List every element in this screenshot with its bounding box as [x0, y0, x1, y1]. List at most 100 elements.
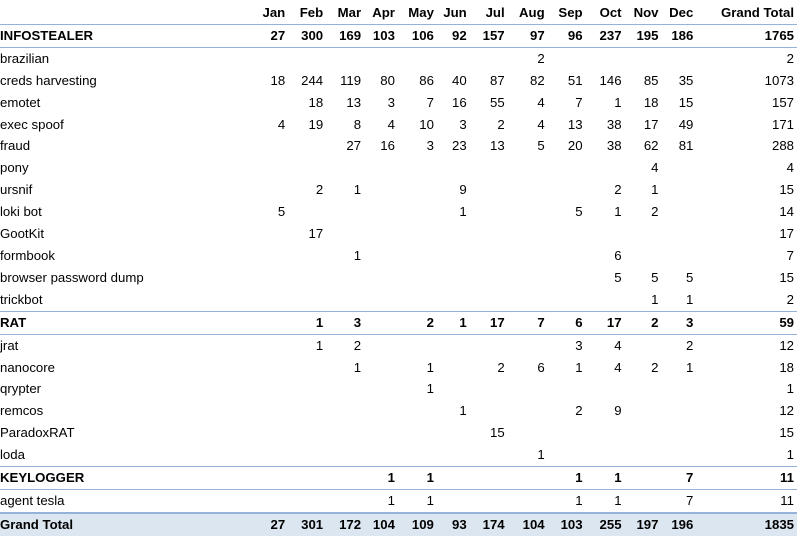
value-cell: 49 [678, 116, 694, 132]
value-cell [661, 179, 696, 201]
value-cell: 18 [643, 94, 659, 110]
value-cell [508, 179, 548, 201]
group-label: KEYLOGGER [0, 466, 255, 490]
value-cell: 20 [567, 138, 583, 154]
value-cell: 244 [301, 72, 324, 88]
value-cell [364, 400, 398, 422]
value-cell [508, 157, 548, 179]
row-label: brazilian [0, 50, 50, 66]
value-cell [364, 289, 398, 311]
value-cell [254, 444, 288, 466]
value-cell: 237 [585, 23, 625, 48]
row-label: emotet [0, 94, 41, 110]
value-cell [586, 444, 625, 466]
row-total-cell: 1765 [696, 23, 797, 48]
value-cell: 1 [575, 359, 583, 375]
value-cell [470, 378, 508, 400]
value-cell: 18 [308, 94, 324, 110]
value-cell: 17 [643, 116, 659, 132]
value-cell [398, 223, 437, 245]
row-total-cell: 4 [786, 160, 794, 176]
value-cell [364, 245, 398, 267]
row-total-cell: 7 [786, 247, 794, 263]
grand-total-header: Grand Total [696, 2, 797, 25]
value-cell [508, 289, 548, 311]
table-row: fraud 27 16 3 23 13 5 20 38 62 81 288 [0, 135, 797, 157]
value-cell: 13 [346, 94, 362, 110]
value-cell [326, 201, 364, 223]
value-cell: 16 [380, 138, 395, 154]
row-label: ursnif [0, 182, 33, 198]
value-cell: 51 [567, 72, 583, 88]
row-label: formbook [0, 247, 55, 263]
value-cell [436, 466, 470, 490]
row-total-cell: 2 [786, 50, 794, 66]
value-cell: 2 [686, 337, 694, 353]
value-cell: 2 [397, 310, 437, 335]
value-cell [398, 201, 437, 223]
row-total-cell: 288 [771, 138, 794, 154]
value-cell: 174 [469, 511, 508, 536]
table-row: trickbot 1 1 2 [0, 289, 797, 311]
group-label: RAT [0, 310, 255, 335]
value-cell [364, 47, 398, 69]
value-cell [661, 444, 696, 466]
value-cell [437, 334, 470, 356]
row-label: GootKit [0, 226, 44, 242]
value-cell [437, 422, 470, 444]
value-cell: 1 [353, 247, 362, 263]
value-cell [288, 444, 326, 466]
value-cell [586, 422, 625, 444]
value-cell: 301 [288, 511, 327, 536]
value-cell: 86 [419, 72, 434, 88]
value-cell: 3 [387, 94, 395, 110]
value-cell [288, 47, 326, 69]
value-cell: 4 [651, 160, 659, 176]
table-row: creds harvesting 18 244 119 80 86 40 87 82 51 146 8… [0, 70, 797, 92]
value-cell [625, 334, 662, 356]
month-header-nov: Nov [624, 2, 662, 25]
row-total-cell: 59 [696, 310, 797, 335]
value-cell: 13 [567, 116, 583, 132]
value-cell: 1 [426, 381, 434, 397]
value-cell [437, 289, 470, 311]
value-cell: 1 [614, 492, 622, 508]
value-cell [470, 267, 508, 289]
value-cell: 3 [426, 138, 434, 154]
table-row: browser password dump 5 5 5 15 [0, 267, 797, 289]
row-label: jrat [0, 337, 19, 353]
value-cell [326, 267, 364, 289]
value-cell [548, 47, 586, 69]
value-cell [254, 179, 288, 201]
value-cell: 197 [624, 511, 662, 536]
value-cell [625, 489, 662, 512]
value-cell [470, 201, 508, 223]
value-cell: 1 [288, 310, 327, 335]
table-row: GootKit 17 17 [0, 223, 797, 245]
value-cell [586, 378, 625, 400]
value-cell: 186 [661, 23, 697, 48]
value-cell: 16 [452, 94, 467, 110]
value-cell: 4 [537, 94, 545, 110]
value-cell: 9 [614, 403, 622, 419]
value-cell: 7 [686, 492, 694, 508]
table-row: loda 1 1 [0, 444, 797, 466]
value-cell [625, 444, 662, 466]
row-total-cell: 15 [779, 182, 794, 198]
table-row: qrypter 1 1 [0, 378, 797, 400]
value-cell [398, 289, 437, 311]
month-header-may: May [397, 2, 437, 25]
value-cell [508, 201, 548, 223]
value-cell [661, 223, 696, 245]
value-cell: 38 [606, 138, 622, 154]
value-cell: 35 [678, 72, 694, 88]
value-cell: 13 [489, 138, 505, 154]
grand-total-row: Grand Total 27 301 172 104 109 93 174 104 103 255 1… [0, 511, 797, 536]
value-cell [508, 378, 548, 400]
row-total-cell: 171 [771, 116, 794, 132]
value-cell: 93 [436, 511, 470, 536]
value-cell: 109 [397, 511, 437, 536]
value-cell: 2 [651, 359, 659, 375]
row-total-cell: 1073 [764, 72, 794, 88]
value-cell [326, 444, 364, 466]
